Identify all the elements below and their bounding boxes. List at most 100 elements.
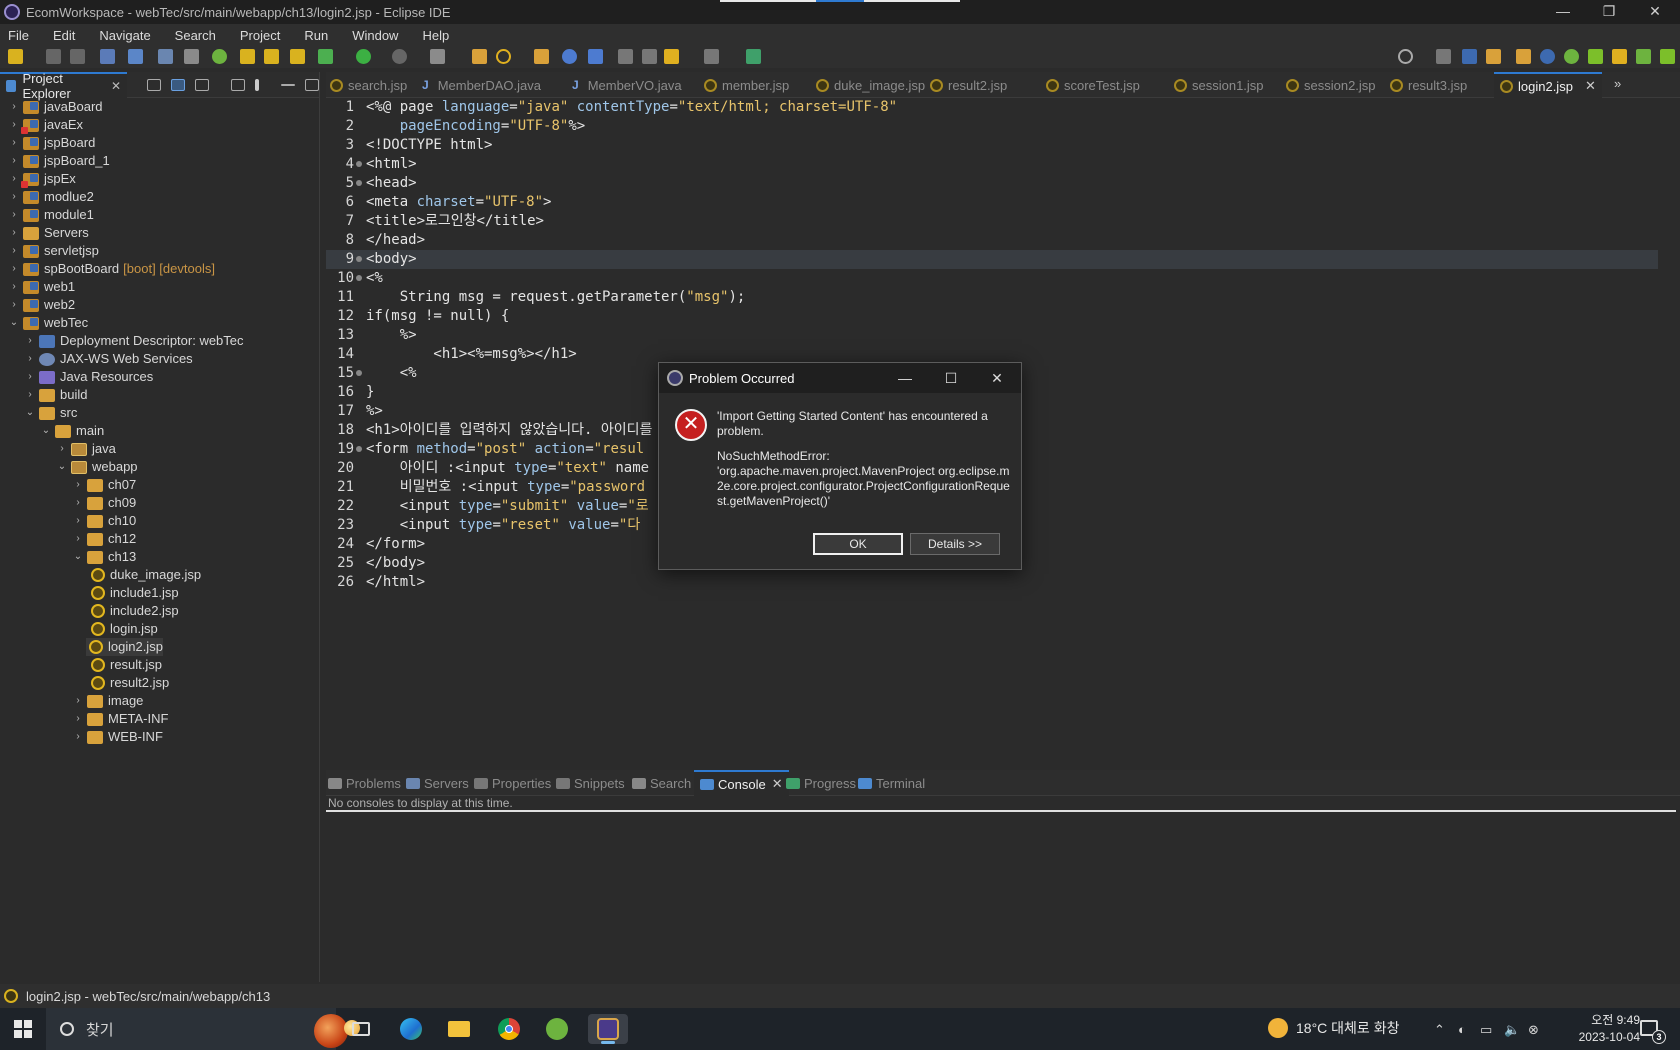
editor-tab[interactable]: J MemberVO.java — [572, 72, 682, 98]
menu-edit[interactable]: Edit — [53, 28, 75, 43]
notification-icon[interactable]: 3 — [1640, 1020, 1666, 1044]
taskbar-clock[interactable]: 오전 9:49 2023-10-04 — [1548, 1012, 1640, 1046]
git-perspective-icon[interactable] — [1612, 49, 1627, 64]
skip-breakpoints-icon[interactable] — [184, 49, 199, 64]
chevron-right-icon[interactable]: › — [8, 224, 20, 242]
chevron-right-icon[interactable]: › — [24, 332, 36, 350]
tab-progress[interactable]: Progress — [786, 770, 856, 796]
chevron-right-icon[interactable]: › — [8, 116, 20, 134]
close-tab-icon[interactable]: ✕ — [1585, 78, 1596, 94]
filter-icon[interactable] — [195, 78, 209, 91]
tree-node[interactable]: › ch12 — [72, 530, 136, 548]
pin-editor-icon[interactable] — [746, 49, 761, 64]
open-type-icon[interactable] — [158, 49, 173, 64]
chevron-right-icon[interactable]: › — [72, 710, 84, 728]
code-line[interactable]: 11 String msg = request.getParameter("ms… — [326, 288, 1658, 307]
open-task-icon[interactable] — [534, 49, 549, 64]
tree-node[interactable]: › Java Resources — [24, 368, 153, 386]
back-arrow-icon[interactable] — [664, 49, 679, 64]
spring-tool-suite-icon[interactable] — [542, 1014, 572, 1044]
dialog-maximize-button[interactable]: ☐ — [931, 366, 971, 390]
menu-project[interactable]: Project — [240, 28, 280, 43]
code-line[interactable]: 4 <html> — [326, 155, 1658, 174]
menu-help[interactable]: Help — [422, 28, 449, 43]
chevron-down-icon[interactable]: ⌄ — [56, 458, 68, 476]
restore-button[interactable]: ❐ — [1586, 0, 1632, 24]
tree-node[interactable]: › ch07 — [72, 476, 136, 494]
forward-arrow-icon[interactable] — [704, 49, 719, 64]
search-icon[interactable] — [1398, 49, 1413, 64]
fold-marker-icon[interactable] — [356, 446, 362, 452]
details-button[interactable]: Details >> — [910, 533, 1000, 555]
chevron-down-icon[interactable]: ⌄ — [72, 548, 84, 566]
new-class-icon[interactable] — [240, 49, 255, 64]
link-with-editor-icon[interactable] — [171, 78, 185, 91]
run-icon[interactable] — [356, 49, 371, 64]
chevron-right-icon[interactable]: › — [72, 512, 84, 530]
new-interface-icon[interactable] — [290, 49, 305, 64]
fold-marker-icon[interactable] — [356, 275, 362, 281]
resource-perspective-icon[interactable] — [1486, 49, 1501, 64]
chevron-right-icon[interactable]: › — [8, 278, 20, 296]
code-line[interactable]: 10 <% — [326, 269, 1658, 288]
chevron-right-icon[interactable]: › — [72, 494, 84, 512]
tree-node[interactable]: result2.jsp — [88, 674, 169, 692]
annotation-icon[interactable] — [588, 49, 603, 64]
new-file-icon[interactable] — [100, 49, 115, 64]
tree-node[interactable]: ⌄ main — [40, 422, 104, 440]
editor-tab[interactable]: duke_image.jsp — [816, 72, 925, 98]
editor-tab[interactable]: scoreTest.jsp — [1046, 72, 1140, 98]
fold-marker-icon[interactable] — [356, 256, 362, 262]
code-line[interactable]: 7 <title>로그인창</title> — [326, 212, 1658, 231]
taskbar-search-box[interactable]: 찾기 — [46, 1008, 360, 1050]
chevron-right-icon[interactable]: › — [8, 152, 20, 170]
new-icon[interactable] — [8, 49, 23, 64]
tree-node[interactable]: ⌄ webapp — [56, 458, 138, 476]
editor-tab[interactable]: result2.jsp — [930, 72, 1007, 98]
code-line[interactable]: 2 pageEncoding="UTF-8"%> — [326, 117, 1658, 136]
tree-node[interactable]: › JAX-WS Web Services — [24, 350, 192, 368]
tree-node[interactable]: › ch10 — [72, 512, 136, 530]
tab-servers[interactable]: Servers — [406, 770, 469, 796]
chevron-right-icon[interactable]: › — [24, 368, 36, 386]
save-icon[interactable] — [46, 49, 61, 64]
chevron-down-icon[interactable]: ⌄ — [40, 422, 52, 440]
tree-node[interactable]: › javaBoard — [8, 98, 102, 116]
debug-icon[interactable] — [318, 49, 333, 64]
chrome-browser-icon[interactable] — [494, 1014, 524, 1044]
volume-icon[interactable]: 🔈 — [1504, 1022, 1520, 1038]
tree-node[interactable]: ⌄ src — [24, 404, 78, 422]
editor-tab[interactable]: login2.jsp ✕ — [1494, 72, 1602, 98]
editor-tab[interactable]: result3.jsp — [1390, 72, 1467, 98]
fold-marker-icon[interactable] — [356, 161, 362, 167]
team-perspective-icon[interactable] — [1636, 49, 1651, 64]
tree-node[interactable]: result.jsp — [88, 656, 162, 674]
close-tab-icon[interactable]: ✕ — [111, 79, 121, 93]
code-line[interactable]: 12 if(msg != null) { — [326, 307, 1658, 326]
tray-app-icon[interactable]: ◐ — [1458, 1022, 1466, 1037]
tab-console[interactable]: Console ✕ — [694, 770, 789, 796]
chevron-down-icon[interactable]: ⌄ — [24, 404, 36, 422]
code-line[interactable]: 9 <body> — [326, 250, 1658, 269]
tree-node[interactable]: include2.jsp — [88, 602, 179, 620]
web-perspective-icon[interactable] — [1540, 49, 1555, 64]
tab-properties[interactable]: Properties — [474, 770, 551, 796]
collapse-all-icon[interactable] — [147, 78, 161, 91]
editor-tab[interactable]: J MemberDAO.java — [422, 72, 541, 98]
tree-node[interactable]: ⌄ ch13 — [72, 548, 136, 566]
tree-node[interactable]: › servletjsp — [8, 242, 99, 260]
ok-button[interactable]: OK — [813, 533, 903, 555]
eclipse-taskbar-icon[interactable] — [588, 1014, 628, 1044]
chevron-right-icon[interactable]: › — [8, 242, 20, 260]
focus-icon[interactable] — [231, 78, 245, 91]
close-button[interactable]: ✕ — [1632, 0, 1678, 24]
chevron-right-icon[interactable]: › — [8, 296, 20, 314]
dialog-minimize-button[interactable]: — — [885, 366, 925, 390]
chevron-right-icon[interactable]: › — [8, 260, 20, 278]
tree-node[interactable]: › image — [72, 692, 143, 710]
maximize-view-icon[interactable] — [305, 78, 319, 91]
minimize-button[interactable]: — — [1540, 0, 1586, 24]
tree-node[interactable]: ⌄ webTec — [8, 314, 88, 332]
tree-node[interactable]: › spBootBoard [boot] [devtools] — [8, 260, 215, 278]
chevron-down-icon[interactable]: ⌄ — [8, 314, 20, 332]
